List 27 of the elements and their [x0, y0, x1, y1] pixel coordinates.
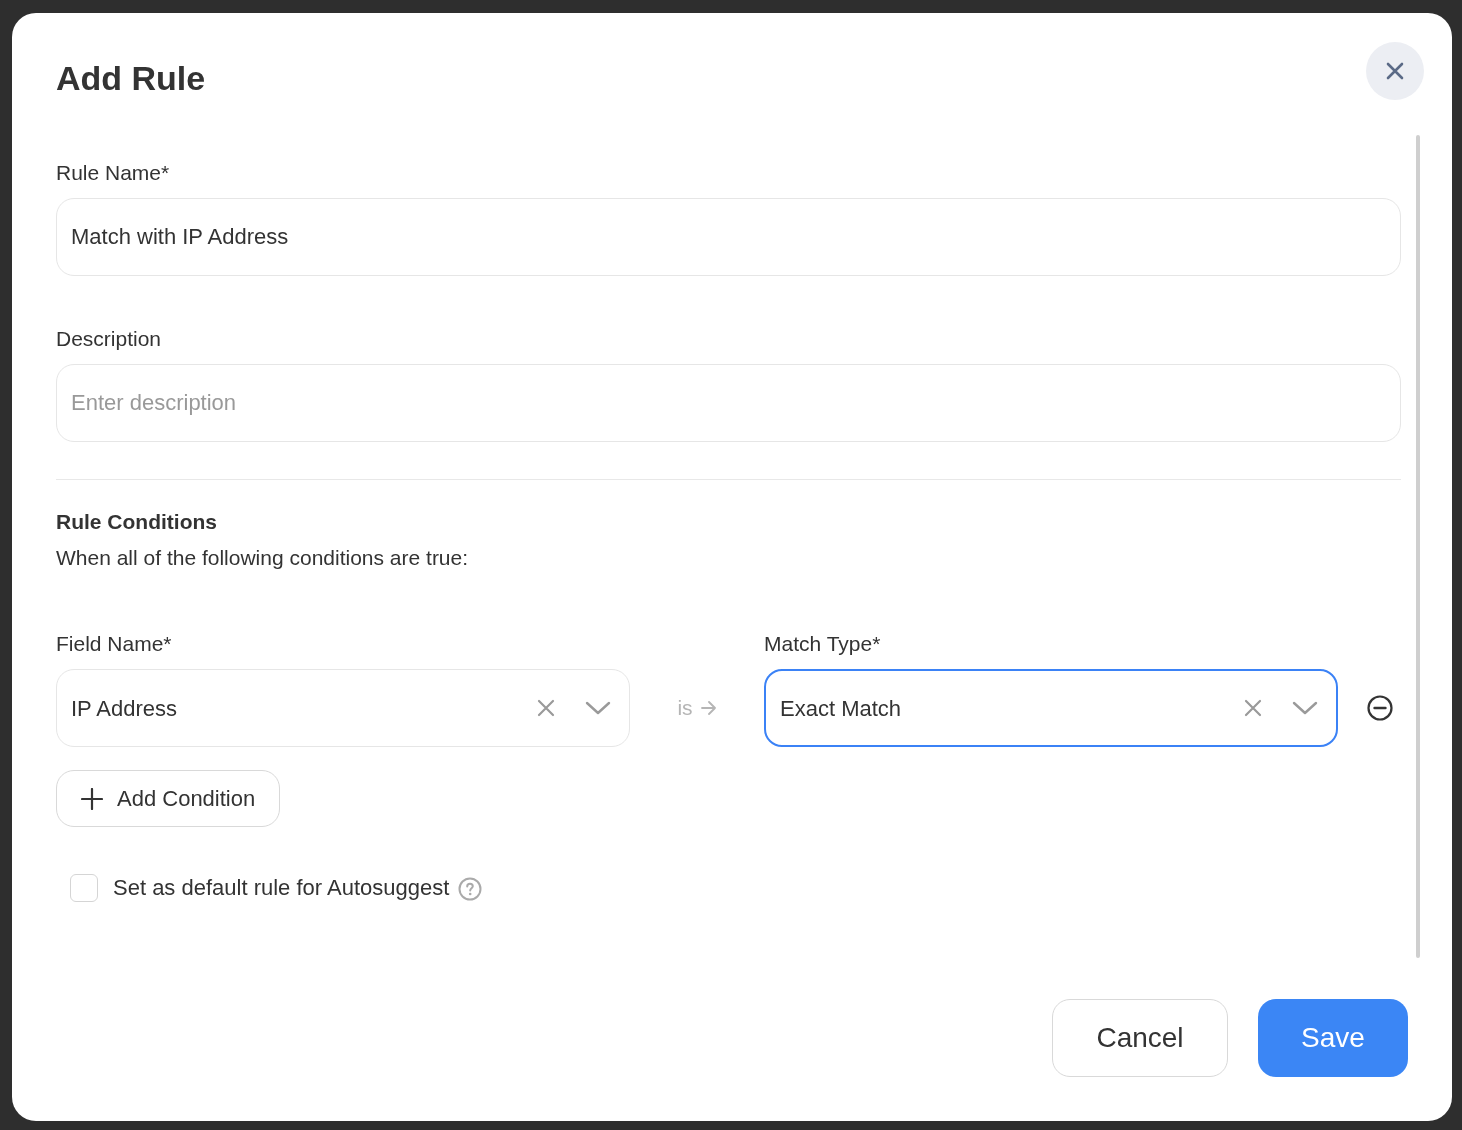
field-label: Match Type*: [764, 631, 881, 657]
field-label: Field Name*: [56, 631, 172, 657]
cancel-button[interactable]: Cancel: [1052, 999, 1228, 1077]
clear-icon[interactable]: [537, 699, 555, 717]
clear-icon[interactable]: [1244, 699, 1262, 717]
remove-circle-icon[interactable]: [1367, 695, 1393, 721]
section-heading: Rule Conditions: [56, 509, 217, 535]
close-icon: [1385, 61, 1405, 81]
checkbox-label: Set as default rule for Autosuggest: [113, 874, 450, 902]
scrollbar[interactable]: [1416, 135, 1420, 958]
save-button[interactable]: Save: [1258, 999, 1408, 1077]
add-condition-button[interactable]: Add Condition: [56, 770, 281, 827]
checkbox[interactable]: [70, 873, 98, 902]
field-label: Description: [56, 326, 162, 352]
select-field[interactable]: IP Address: [56, 669, 630, 747]
section-description: When all of the following conditions are true:: [56, 545, 469, 571]
text-input[interactable]: Enter description: [56, 364, 1401, 442]
chevron-down-icon[interactable]: [1292, 701, 1318, 715]
select-field[interactable]: Exact Match: [764, 669, 1338, 747]
field-label: Rule Name*: [56, 160, 170, 186]
text-input[interactable]: Match with IP Address: [56, 198, 1401, 276]
dialog-title: Add Rule: [56, 58, 206, 98]
plus-icon: [81, 787, 103, 810]
arrow-right-icon: [700, 701, 717, 715]
chevron-down-icon[interactable]: [585, 701, 611, 715]
help-icon[interactable]: [458, 877, 483, 901]
operator-text: is: [677, 695, 693, 722]
